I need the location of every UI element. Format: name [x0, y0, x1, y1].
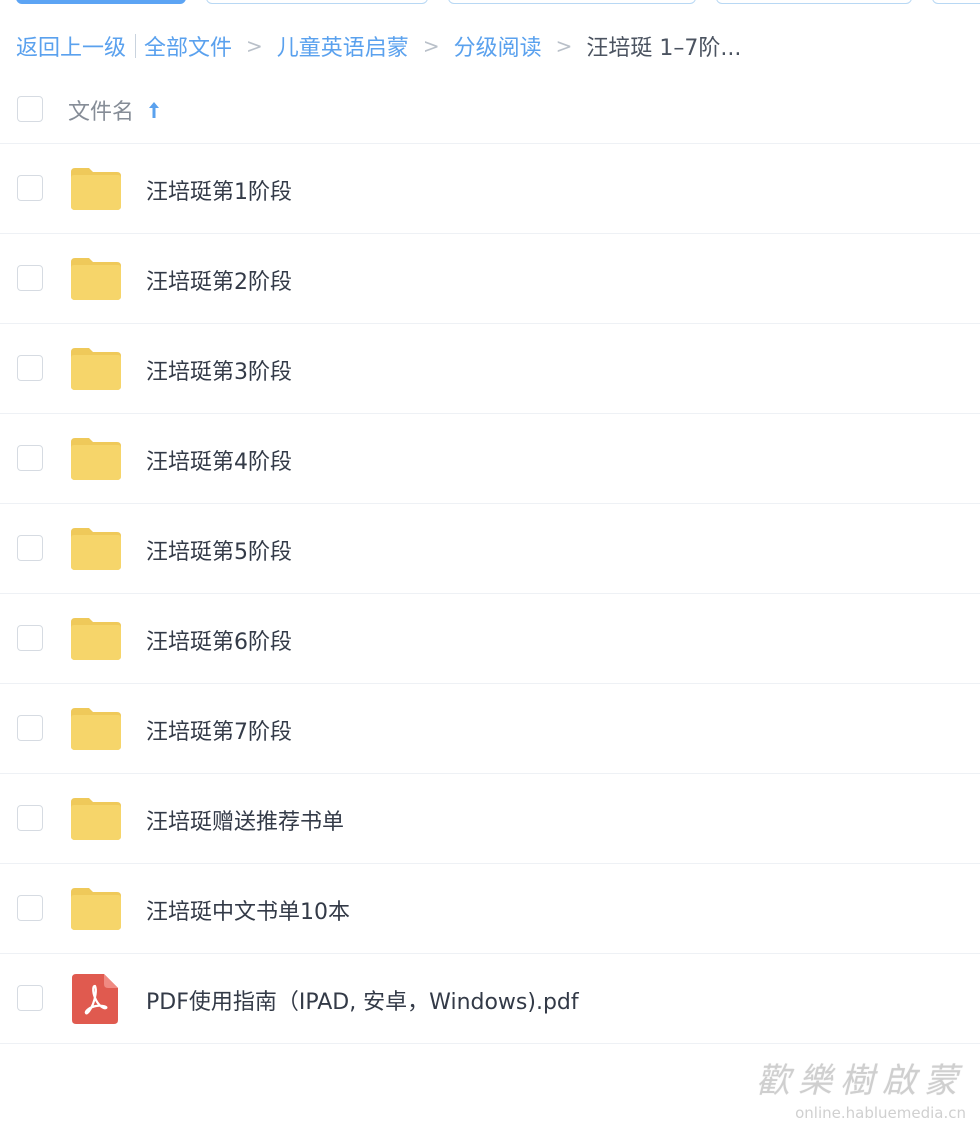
breadcrumb-separator: > — [555, 34, 573, 58]
row-checkbox[interactable] — [17, 895, 43, 921]
folder-icon — [71, 258, 121, 300]
file-row[interactable]: 汪培珽第5阶段 — [0, 504, 980, 594]
file-row[interactable]: 汪培珽第7阶段 — [0, 684, 980, 774]
breadcrumb-separator: > — [246, 34, 263, 58]
row-checkbox[interactable] — [17, 355, 43, 381]
watermark-url: online.habluemedia.cn — [795, 1104, 966, 1122]
file-name[interactable]: 汪培珽第2阶段 — [146, 264, 292, 296]
file-row[interactable]: 汪培珽第6阶段 — [0, 594, 980, 684]
folder-icon — [71, 888, 121, 930]
sort-by-name-header[interactable]: 文件名 — [68, 94, 162, 126]
toolbar-partial — [0, 0, 980, 6]
file-list: 汪培珽第1阶段 汪培珽第2阶段 汪培珽第3阶段 汪培珽第4阶段 汪培珽第5阶段 … — [0, 144, 980, 1044]
folder-icon — [71, 348, 121, 390]
folder-icon — [71, 798, 121, 840]
row-checkbox[interactable] — [17, 715, 43, 741]
row-checkbox[interactable] — [17, 535, 43, 561]
file-name[interactable]: PDF使用指南（IPAD, 安卓，Windows).pdf — [146, 984, 579, 1016]
toolbar-button-3[interactable] — [448, 0, 696, 4]
row-checkbox[interactable] — [17, 445, 43, 471]
file-row[interactable]: 汪培珽赠送推荐书单 — [0, 774, 980, 864]
breadcrumb-item-kids-english[interactable]: 儿童英语启蒙 — [277, 30, 409, 62]
upload-button[interactable] — [16, 0, 186, 4]
toolbar-button-5[interactable] — [932, 0, 980, 4]
folder-icon — [71, 528, 121, 570]
column-name-label: 文件名 — [68, 100, 135, 125]
file-name[interactable]: 汪培珽中文书单10本 — [146, 894, 350, 926]
pdf-icon — [72, 974, 118, 1024]
file-name[interactable]: 汪培珽第1阶段 — [146, 174, 292, 206]
folder-icon — [71, 168, 121, 210]
watermark-logo: 歡樂樹啟蒙 — [756, 1061, 966, 1101]
file-name[interactable]: 汪培珽第5阶段 — [146, 534, 292, 566]
file-row[interactable]: 汪培珽第1阶段 — [0, 144, 980, 234]
row-checkbox[interactable] — [17, 625, 43, 651]
row-checkbox[interactable] — [17, 985, 43, 1011]
breadcrumb-divider — [135, 34, 137, 58]
file-name[interactable]: 汪培珽第6阶段 — [146, 624, 292, 656]
file-row[interactable]: 汪培珽中文书单10本 — [0, 864, 980, 954]
breadcrumb-back-link[interactable]: 返回上一级 — [16, 30, 126, 62]
breadcrumb-current: 汪培珽 1–7阶... — [586, 36, 742, 61]
toolbar-button-4[interactable] — [716, 0, 912, 4]
breadcrumb-separator: > — [422, 34, 440, 58]
row-checkbox[interactable] — [17, 265, 43, 291]
select-all-checkbox[interactable] — [17, 96, 43, 122]
watermark: 歡樂樹啟蒙 online.habluemedia.cn — [756, 1053, 966, 1122]
file-name[interactable]: 汪培珽第3阶段 — [146, 354, 292, 386]
file-name[interactable]: 汪培珽赠送推荐书单 — [146, 804, 344, 836]
folder-icon — [71, 438, 121, 480]
file-list-header: 文件名 — [0, 80, 980, 144]
breadcrumb-item-all-files[interactable]: 全部文件 — [144, 30, 232, 62]
toolbar-button-2[interactable] — [206, 0, 428, 4]
breadcrumb: 返回上一级 全部文件 > 儿童英语启蒙 > 分级阅读 > 汪培珽 1–7阶... — [16, 30, 741, 62]
breadcrumb-item-graded-reading[interactable]: 分级阅读 — [454, 30, 542, 62]
folder-icon — [71, 708, 121, 750]
folder-icon — [71, 618, 121, 660]
file-name[interactable]: 汪培珽第7阶段 — [146, 714, 292, 746]
file-row[interactable]: 汪培珽第3阶段 — [0, 324, 980, 414]
sort-ascending-icon — [149, 102, 160, 118]
file-row[interactable]: 汪培珽第2阶段 — [0, 234, 980, 324]
file-name[interactable]: 汪培珽第4阶段 — [146, 444, 292, 476]
row-checkbox[interactable] — [17, 805, 43, 831]
row-checkbox[interactable] — [17, 175, 43, 201]
file-row[interactable]: PDF使用指南（IPAD, 安卓，Windows).pdf — [0, 954, 980, 1044]
file-row[interactable]: 汪培珽第4阶段 — [0, 414, 980, 504]
